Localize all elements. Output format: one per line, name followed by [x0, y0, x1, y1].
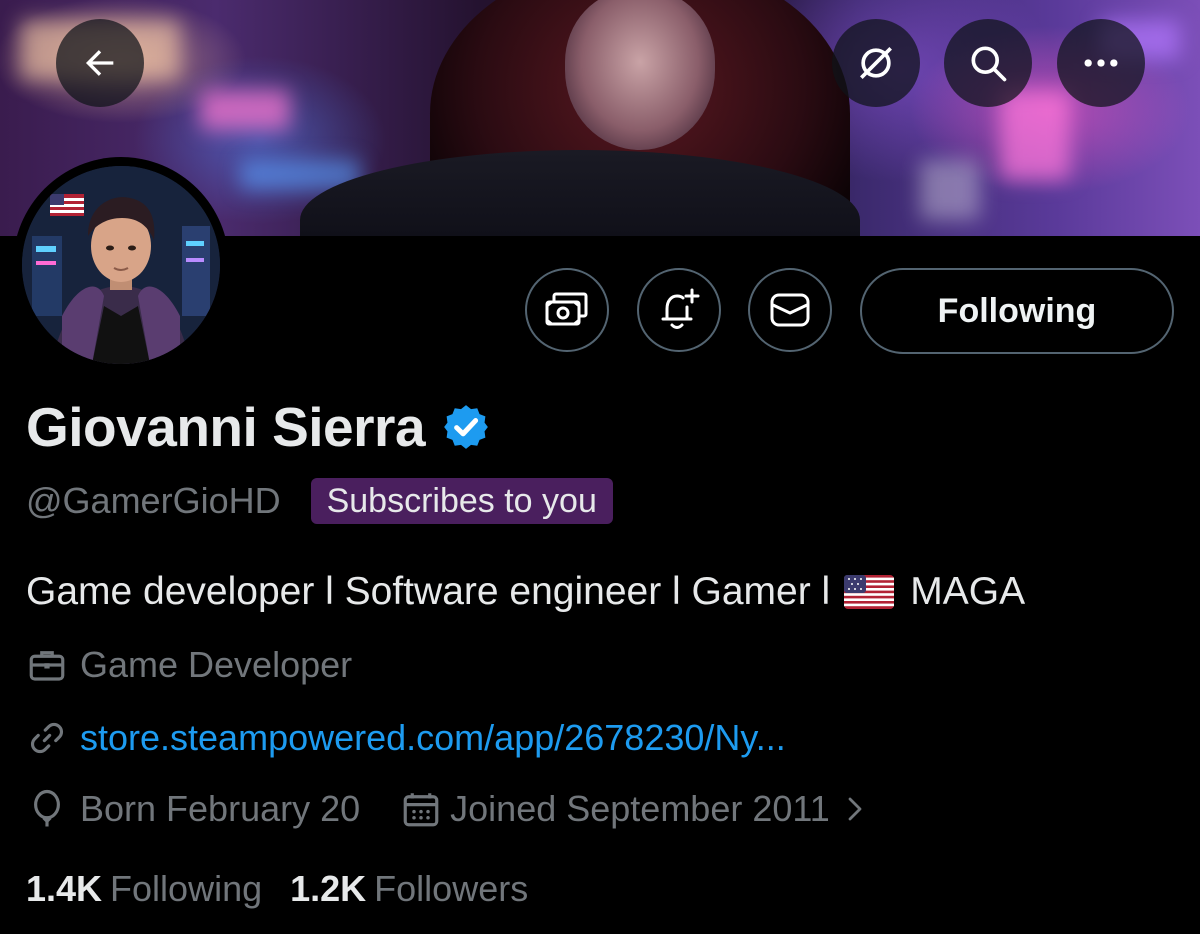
link-icon [30, 722, 64, 754]
following-count-label: Following [110, 868, 263, 909]
following-button-label: Following [937, 291, 1097, 330]
message-button[interactable] [748, 268, 832, 352]
notifications-button[interactable] [637, 268, 721, 352]
briefcase-icon [29, 651, 65, 681]
following-count-link[interactable]: 1.4K Following [26, 868, 262, 910]
profile-name: Giovanni Sierra [26, 396, 426, 458]
handle-row: @GamerGioHD Subscribes to you [26, 476, 613, 526]
grok-button[interactable] [832, 19, 920, 107]
balloon-icon [34, 789, 60, 827]
followers-count: 1.2K [290, 868, 367, 909]
profile-dates-row: Born February 20 Joined September 2011 [26, 788, 870, 830]
bell-plus-icon [661, 288, 700, 329]
arrow-left-icon [85, 50, 114, 76]
profile-website-link[interactable]: store.steampowered.com/app/2678230/Ny... [80, 717, 786, 759]
avatar-flag [50, 194, 84, 216]
back-button[interactable] [56, 19, 144, 107]
profile-joined[interactable]: Joined September 2011 [450, 788, 830, 830]
followers-count-link[interactable]: 1.2K Followers [290, 868, 528, 910]
us-flag-emoji-icon [844, 575, 895, 609]
tip-button[interactable] [525, 268, 609, 352]
money-icon [545, 292, 588, 326]
grok-icon [860, 47, 892, 79]
search-button[interactable] [944, 19, 1032, 107]
profile-name-row: Giovanni Sierra [26, 392, 491, 462]
followers-count-label: Followers [374, 868, 529, 909]
follow-counts: 1.4K Following 1.2K Followers [26, 868, 528, 910]
following-button[interactable]: Following [860, 268, 1174, 354]
following-count: 1.4K [26, 868, 103, 909]
verified-badge-icon[interactable] [441, 402, 491, 452]
more-horizontal-icon [1084, 59, 1118, 67]
envelope-icon [770, 293, 810, 327]
bio-text: Game developer l Software engineer l Gam… [26, 570, 831, 613]
avatar[interactable] [22, 166, 220, 364]
profile-handle: @GamerGioHD [26, 480, 281, 521]
search-icon [971, 46, 1007, 82]
profile-category-row: Game Developer [26, 644, 352, 686]
profile-website-row: store.steampowered.com/app/2678230/Ny... [26, 717, 786, 759]
profile-page: Following Giovanni Sierra @GamerGioHD Su… [0, 0, 1200, 934]
calendar-icon [403, 793, 439, 827]
profile-birthday: Born February 20 [80, 788, 361, 829]
profile-bio: Game developer l Software engineer l Gam… [26, 570, 1025, 614]
chevron-right-icon[interactable] [840, 791, 870, 827]
profile-category: Game Developer [80, 644, 353, 685]
subscribes-to-you-badge: Subscribes to you [310, 478, 613, 524]
more-button[interactable] [1057, 19, 1145, 107]
bio-suffix: MAGA [910, 570, 1026, 613]
avatar-illustration [22, 166, 220, 364]
